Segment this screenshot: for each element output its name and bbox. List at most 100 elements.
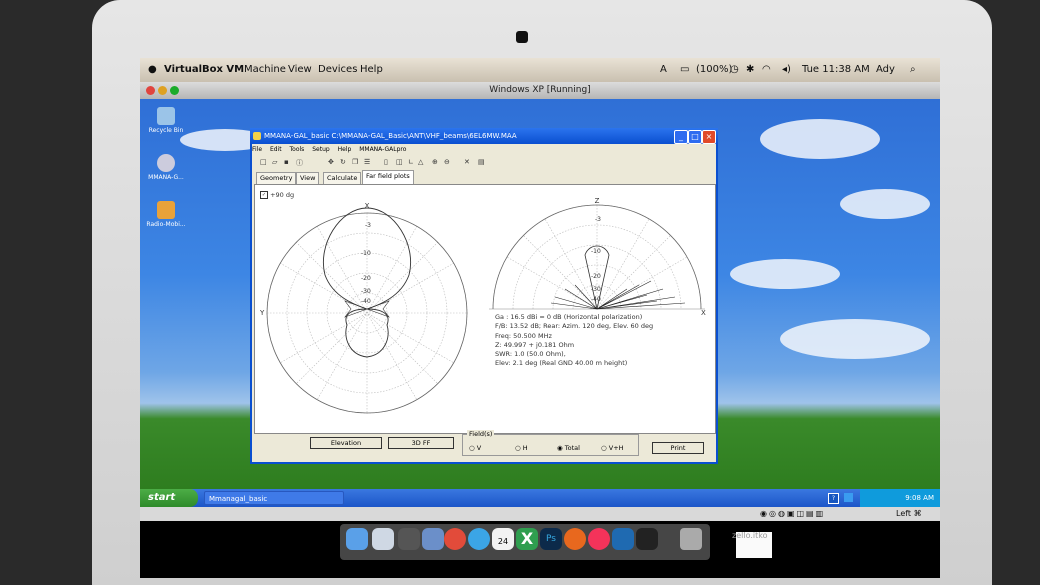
new-file-icon[interactable]: □ [260, 158, 267, 166]
calculator-icon[interactable]: ▤ [478, 158, 485, 166]
radio-h[interactable]: ○ H [515, 444, 528, 452]
zoom-window-icon[interactable] [170, 86, 179, 95]
menu-edit[interactable]: Edit [270, 146, 282, 153]
frequency-readout: Freq: 50.500 MHz [495, 331, 552, 340]
maximize-button[interactable]: □ [688, 130, 702, 144]
gain-readout: Ga : 16.5 dBi = 0 dB (Horizontal polariz… [495, 313, 643, 321]
vm-device-icons[interactable]: ◉◎◍▣◫▤▥ [760, 509, 825, 518]
minimize-window-icon[interactable] [158, 86, 167, 95]
taskbar-item-mmanagal[interactable]: Mmanagal_basic [204, 491, 344, 505]
menu-help[interactable]: Help [338, 146, 352, 153]
safari-icon[interactable] [468, 528, 490, 550]
open-file-icon[interactable]: ▱ [272, 158, 277, 166]
target-icon[interactable]: ⊕ [432, 158, 438, 166]
menu-file[interactable]: File [252, 146, 262, 153]
plot-area: ✓ +90 dg X Y -3 -10 -20 -30 -40 Z X -3 -… [254, 184, 716, 434]
radio-label: H [522, 444, 528, 452]
menu-mmana-gal-pro[interactable]: MMANA-GALpro [359, 146, 406, 153]
elevation-button[interactable]: Elevation [310, 437, 382, 449]
ring-label: -3 [595, 216, 601, 223]
radio-v[interactable]: ○ V [469, 444, 481, 452]
laptop-screen: ● VirtualBox VM Machine View Devices Hel… [140, 58, 940, 578]
print-button[interactable]: Print [652, 442, 704, 454]
desktop-icon-recycle-bin[interactable]: Recycle Bin [140, 107, 196, 134]
radio-total[interactable]: ◉ Total [557, 444, 580, 452]
ring-label: -3 [365, 222, 371, 229]
photoshop-icon[interactable]: Ps [540, 528, 562, 550]
cloud [760, 119, 880, 159]
radio-vh[interactable]: ○ V+H [601, 444, 624, 452]
wifi-icon[interactable]: ◠ [762, 64, 771, 75]
menu-setup[interactable]: Setup [312, 146, 329, 153]
triangle-icon[interactable]: △ [418, 158, 423, 166]
copy-icon[interactable]: ❐ [352, 158, 358, 166]
tab-far-field-plots[interactable]: Far field plots [362, 170, 414, 184]
azimuth-top-label: X [365, 202, 370, 210]
finder-icon[interactable] [346, 528, 368, 550]
menubar-clock[interactable]: Tue 11:38 AM [802, 64, 870, 75]
virtualbox-icon[interactable] [612, 528, 634, 550]
app-toolbar: □ ▱ ▪ ⓘ ✥ ↻ ❐ ☰ ▯ ◫ ∟ △ ⊕ ⊖ ✕ ▤ [252, 158, 716, 170]
list-icon[interactable]: ☰ [364, 158, 370, 166]
desktop-icon-radio-mobile[interactable]: Radio-Mobi... [140, 201, 196, 228]
launchpad-icon[interactable] [372, 528, 394, 550]
clock-icon[interactable]: ◷ [730, 64, 739, 75]
chart-icon[interactable]: ◫ [396, 158, 403, 166]
spotlight-search-icon[interactable]: ⌕ [910, 64, 916, 75]
vm-status-bar: ◉◎◍▣◫▤▥ Left ⌘ [140, 507, 940, 521]
minimize-button[interactable]: _ [674, 130, 688, 144]
app-icon [253, 132, 261, 140]
desktop-icon-label: Radio-Mobi... [146, 221, 186, 228]
save-icon[interactable]: ▪ [284, 158, 289, 166]
elevation-readout: Elev: 2.1 deg (Real GND 40.00 m height) [495, 359, 628, 368]
folder-icon [157, 201, 175, 219]
info-icon[interactable]: ⓘ [296, 158, 303, 168]
help-tray-icon[interactable]: ? [828, 493, 839, 504]
adobe-icon[interactable]: A [660, 64, 667, 75]
network-tray-icon[interactable] [844, 493, 853, 502]
apple-icon[interactable]: ● [148, 64, 157, 75]
vm-window-title: Windows XP [Running] [140, 82, 940, 99]
3d-ff-button[interactable]: 3D FF [388, 437, 454, 449]
taskbar-clock[interactable]: 9:08 AM [905, 494, 934, 502]
itunes-icon[interactable] [588, 528, 610, 550]
close-window-icon[interactable] [146, 86, 155, 95]
trash-icon[interactable] [680, 528, 702, 550]
desktop-icon-mmana[interactable]: MMANA-G... [140, 154, 196, 181]
radio-label: V+H [608, 444, 624, 452]
vm-preview-icon[interactable] [636, 528, 658, 550]
ring-label: -40 [591, 296, 601, 303]
chrome-icon[interactable] [444, 528, 466, 550]
angle-icon[interactable]: ∟ [408, 158, 414, 166]
firefox-icon[interactable] [564, 528, 586, 550]
start-button[interactable]: start [140, 489, 198, 507]
desktop-icon-label: MMANA-G... [148, 174, 184, 181]
user-name[interactable]: Ady [876, 64, 895, 75]
close-button[interactable]: × [702, 130, 716, 144]
fields-legend: Field(s) [467, 430, 495, 438]
tools-icon[interactable]: ✕ [464, 158, 470, 166]
document-icon[interactable]: ▯ [384, 158, 388, 166]
volume-icon[interactable]: ◂) [782, 64, 791, 75]
mmana-window-title[interactable]: MMANA-GAL_basic C:\MMANA-GAL_Basic\ANT\V… [250, 128, 718, 144]
photo-booth-icon[interactable] [398, 528, 420, 550]
menu-view[interactable]: View [288, 64, 312, 75]
app-name[interactable]: VirtualBox VM [164, 64, 244, 75]
plot-controls: Elevation 3D FF Field(s) ○ V ○ H ◉ Total… [254, 430, 714, 458]
menu-tools[interactable]: Tools [290, 146, 305, 153]
rotate-icon[interactable]: ↻ [340, 158, 346, 166]
battery-icon[interactable]: ▭ [680, 64, 689, 75]
menu-devices[interactable]: Devices [318, 64, 357, 75]
bluetooth-icon[interactable]: ✱ [746, 64, 754, 75]
excel-icon[interactable]: X [516, 528, 538, 550]
host-key-label: Left ⌘ [896, 509, 922, 518]
menu-machine[interactable]: Machine [244, 64, 286, 75]
ellipse-icon[interactable]: ⊖ [444, 158, 450, 166]
move-icon[interactable]: ✥ [328, 158, 334, 166]
ring-label: -20 [591, 273, 601, 280]
calendar-icon[interactable]: 24 [492, 528, 514, 550]
menu-help[interactable]: Help [360, 64, 383, 75]
preview-icon[interactable] [422, 528, 444, 550]
azimuth-side-label: Y [259, 309, 265, 317]
ring-label: -30 [361, 288, 371, 295]
